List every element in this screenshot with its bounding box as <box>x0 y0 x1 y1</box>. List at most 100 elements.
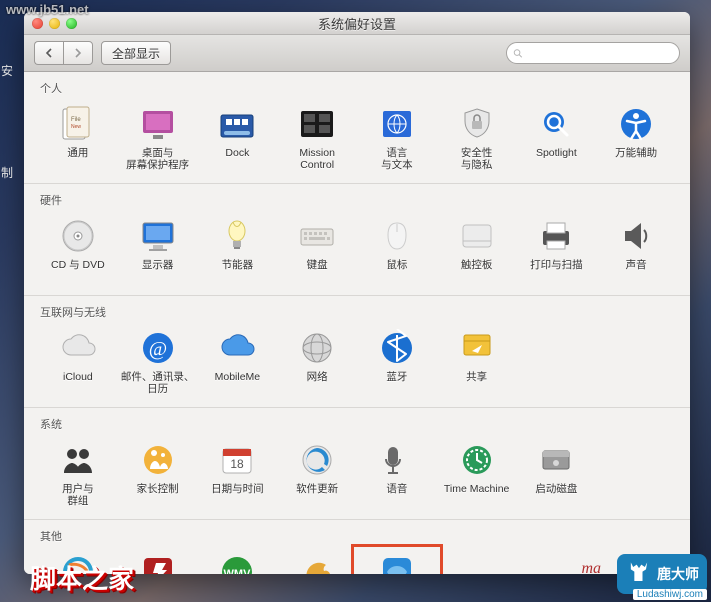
ntfs-icon <box>377 552 417 574</box>
pref-label-displays: 显示器 <box>142 259 174 283</box>
system-preferences-window: 系统偏好设置 全部显示 个人通用桌面与屏幕保护程序DockMissionCont… <box>24 12 690 574</box>
window-title: 系统偏好设置 <box>24 14 690 33</box>
grid-system: 用户与群组家长控制日期与时间软件更新语音 Time Machine 启动磁盘 <box>38 436 676 509</box>
section-personal: 个人通用桌面与屏幕保护程序DockMissionControl语言与文本安全性与… <box>24 72 690 183</box>
flash-icon <box>138 552 178 574</box>
pref-sharing[interactable]: 共享 <box>437 324 517 397</box>
pref-energy[interactable]: 节能器 <box>198 212 278 285</box>
chevron-right-icon <box>73 48 83 58</box>
watermark-bottom-right-text: ma <box>581 560 601 578</box>
pref-dock[interactable]: Dock <box>198 100 278 173</box>
mobileme-icon <box>217 328 257 368</box>
pref-print[interactable]: 打印与扫描 <box>517 212 597 285</box>
pref-keyboard[interactable]: 键盘 <box>277 212 357 285</box>
pref-label-sharing: 共享 <box>466 371 487 395</box>
timemachine-icon <box>457 440 497 480</box>
pref-label-timemachine: Time Machine <box>444 483 510 507</box>
pref-growl[interactable]: Growl <box>277 548 357 574</box>
language-icon <box>377 104 417 144</box>
pref-label-keyboard: 键盘 <box>307 259 328 283</box>
pref-label-dock: Dock <box>225 147 249 171</box>
watermark-bottom-left: 脚本之家 <box>30 559 134 596</box>
pref-startup[interactable]: 启动磁盘 <box>517 436 597 509</box>
pref-label-accessibility: 万能辅助 <box>615 147 657 171</box>
pref-trackpad[interactable]: 触控板 <box>437 212 517 285</box>
section-label-internet: 互联网与无线 <box>40 304 676 320</box>
pref-network[interactable]: 网络 <box>277 324 357 397</box>
nav-segment <box>34 41 93 65</box>
pref-timemachine[interactable]: Time Machine <box>437 436 517 509</box>
preferences-body: 个人通用桌面与屏幕保护程序DockMissionControl语言与文本安全性与… <box>24 72 690 574</box>
pref-parental[interactable]: 家长控制 <box>118 436 198 509</box>
section-system: 系统用户与群组家长控制日期与时间软件更新语音 Time Machine 启动磁盘 <box>24 407 690 519</box>
network-icon <box>297 328 337 368</box>
pref-label-bluetooth: 蓝牙 <box>386 371 407 395</box>
pref-label-swupdate: 软件更新 <box>296 483 338 507</box>
pref-ntfs[interactable]: NTFS forMac OS X <box>357 548 437 574</box>
pref-sound[interactable]: 声音 <box>596 212 676 285</box>
pref-label-mouse: 鼠标 <box>386 259 407 283</box>
pref-label-mail: 邮件、通讯录、日历 <box>121 371 195 395</box>
pref-label-cddvd: CD 与 DVD <box>51 259 105 283</box>
energy-icon <box>217 216 257 256</box>
pref-mouse[interactable]: 鼠标 <box>357 212 437 285</box>
pref-desktop[interactable]: 桌面与屏幕保护程序 <box>118 100 198 173</box>
pref-cddvd[interactable]: CD 与 DVD <box>38 212 118 285</box>
pref-mission[interactable]: MissionControl <box>277 100 357 173</box>
flip4mac-icon <box>217 552 257 574</box>
accessibility-icon <box>616 104 656 144</box>
back-button[interactable] <box>34 41 63 65</box>
icloud-icon <box>58 328 98 368</box>
pref-spotlight[interactable]: Spotlight <box>517 100 597 173</box>
pref-accessibility[interactable]: 万能辅助 <box>596 100 676 173</box>
pref-swupdate[interactable]: 软件更新 <box>277 436 357 509</box>
pref-label-network: 网络 <box>307 371 328 395</box>
watermark-badge: 鹿大师 <box>617 554 707 594</box>
datetime-icon <box>217 440 257 480</box>
pref-users[interactable]: 用户与群组 <box>38 436 118 509</box>
section-internet: 互联网与无线 iCloud 邮件、通讯录、日历MobileMe 网络 蓝牙 共享 <box>24 295 690 407</box>
grid-hardware: CD 与 DVD 显示器 节能器 键盘 鼠标 触控板打印与扫描 声音 <box>38 212 676 285</box>
show-all-button[interactable]: 全部显示 <box>101 41 171 65</box>
speech-icon <box>377 440 417 480</box>
spotlight-icon <box>536 104 576 144</box>
pref-label-icloud: iCloud <box>63 371 93 395</box>
section-label-hardware: 硬件 <box>40 192 676 208</box>
forward-button[interactable] <box>63 41 93 65</box>
pref-icloud[interactable]: iCloud <box>38 324 118 397</box>
pref-mobileme[interactable]: MobileMe <box>198 324 278 397</box>
pref-general[interactable]: 通用 <box>38 100 118 173</box>
pref-bluetooth[interactable]: 蓝牙 <box>357 324 437 397</box>
section-label-system: 系统 <box>40 416 676 432</box>
pref-label-energy: 节能器 <box>222 259 254 283</box>
grid-personal: 通用桌面与屏幕保护程序 Dock MissionControl 语言与文本安全性与隐私… <box>38 100 676 173</box>
search-input[interactable] <box>527 46 673 60</box>
pref-security[interactable]: 安全性与隐私 <box>437 100 517 173</box>
pref-datetime[interactable]: 日期与时间 <box>198 436 278 509</box>
pref-label-parental: 家长控制 <box>137 483 179 507</box>
pref-label-print: 打印与扫描 <box>530 259 583 283</box>
keyboard-icon <box>297 216 337 256</box>
printer-icon <box>536 216 576 256</box>
show-all-label: 全部显示 <box>112 45 160 62</box>
sharing-icon <box>457 328 497 368</box>
titlebar[interactable]: 系统偏好设置 <box>24 12 690 35</box>
search-field[interactable] <box>506 42 680 64</box>
pref-mail[interactable]: 邮件、通讯录、日历 <box>118 324 198 397</box>
pref-language[interactable]: 语言与文本 <box>357 100 437 173</box>
desktop-icon <box>138 104 178 144</box>
growl-icon <box>297 552 337 574</box>
pref-displays[interactable]: 显示器 <box>118 212 198 285</box>
deer-icon <box>625 560 653 588</box>
pref-label-startup: 启动磁盘 <box>535 483 577 507</box>
section-hardware: 硬件 CD 与 DVD 显示器 节能器 键盘 鼠标 触控板打印与扫描 声音 <box>24 183 690 295</box>
dock-icon <box>217 104 257 144</box>
pref-label-sound: 声音 <box>626 259 647 283</box>
parental-icon <box>138 440 178 480</box>
pref-speech[interactable]: 语音 <box>357 436 437 509</box>
pref-flip4mac[interactable]: Flip4MacWMV <box>198 548 278 574</box>
mail-icon <box>138 328 178 368</box>
swupdate-icon <box>297 440 337 480</box>
file-new-icon <box>58 104 98 144</box>
pref-label-mission: MissionControl <box>299 147 335 171</box>
